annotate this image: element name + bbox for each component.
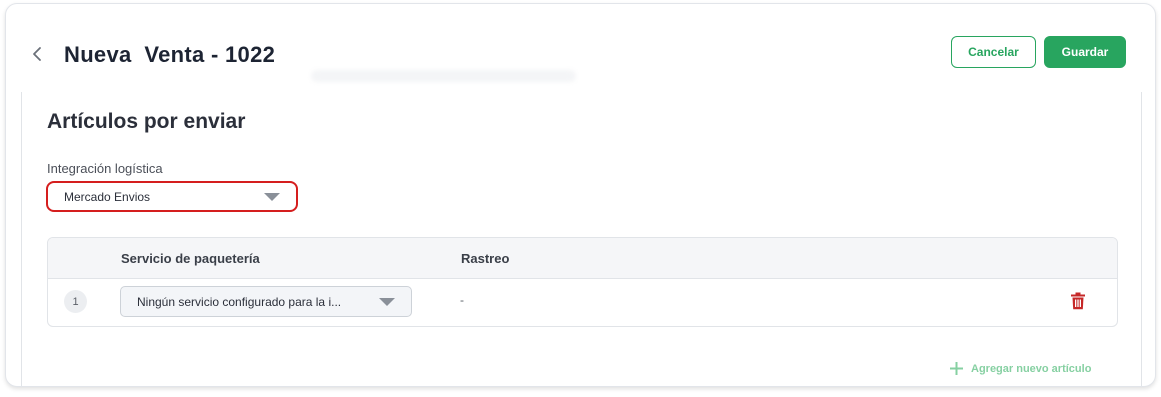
table-row: 1 Ningún servicio configurado para la i.… bbox=[48, 278, 1117, 326]
shipping-table: Servicio de paquetería Rastreo 1 Ningún … bbox=[47, 237, 1118, 327]
table-header: Servicio de paquetería Rastreo bbox=[48, 238, 1117, 279]
items-to-ship-card: Artículos por enviar Integración logísti… bbox=[21, 92, 1142, 386]
blurred-subtitle bbox=[311, 70, 576, 82]
caret-down-icon bbox=[264, 193, 280, 201]
tracking-value: - bbox=[460, 293, 464, 307]
caret-down-icon bbox=[379, 298, 395, 306]
add-item-button[interactable]: Agregar nuevo artículo bbox=[950, 362, 1091, 375]
page-header: Nueva Venta - 1022 Cancelar Guardar bbox=[6, 4, 1155, 92]
row-number-badge: 1 bbox=[64, 290, 87, 313]
integration-select[interactable]: Mercado Envios bbox=[46, 181, 298, 212]
cancel-button[interactable]: Cancelar bbox=[951, 36, 1036, 68]
trash-icon[interactable] bbox=[1070, 292, 1086, 310]
save-button[interactable]: Guardar bbox=[1044, 36, 1126, 68]
column-header-service: Servicio de paquetería bbox=[121, 251, 260, 266]
shipping-service-value: Ningún servicio configurado para la i... bbox=[137, 295, 342, 309]
add-item-label: Agregar nuevo artículo bbox=[971, 362, 1092, 375]
section-title: Artículos por enviar bbox=[47, 110, 246, 133]
sale-editor-panel: Nueva Venta - 1022 Cancelar Guardar Artí… bbox=[5, 3, 1156, 387]
integration-label: Integración logística bbox=[47, 161, 163, 176]
chevron-left-icon[interactable] bbox=[30, 41, 44, 67]
integration-select-value: Mercado Envios bbox=[64, 190, 151, 204]
page-title: Nueva Venta - 1022 bbox=[64, 42, 276, 67]
column-header-tracking: Rastreo bbox=[461, 251, 510, 266]
shipping-service-select[interactable]: Ningún servicio configurado para la i... bbox=[120, 286, 412, 317]
plus-icon bbox=[950, 362, 963, 375]
